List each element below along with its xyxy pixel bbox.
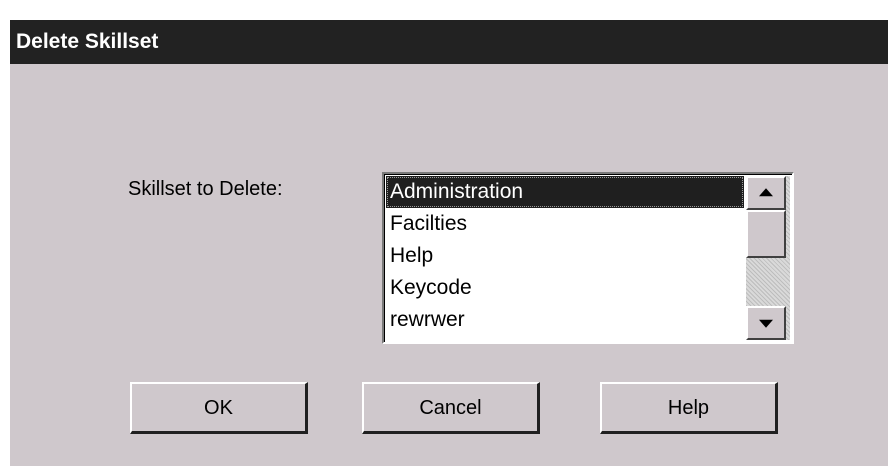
arrow-down-icon	[759, 319, 773, 328]
skillset-list: Administration Facilties Help Keycode re…	[386, 176, 744, 342]
list-item-rewrwer[interactable]: rewrwer	[386, 304, 744, 336]
list-item-keycode[interactable]: Keycode	[386, 272, 744, 304]
delete-skillset-dialog: Delete Skillset Skillset to Delete: Admi…	[8, 18, 888, 466]
skillset-label: Skillset to Delete:	[128, 178, 283, 200]
vertical-scrollbar[interactable]	[746, 176, 790, 340]
scroll-down-button[interactable]	[746, 306, 786, 340]
ok-button[interactable]: OK	[130, 382, 308, 434]
arrow-up-icon	[759, 188, 773, 197]
scroll-thumb[interactable]	[746, 210, 786, 258]
cancel-button[interactable]: Cancel	[362, 382, 540, 434]
scroll-up-button[interactable]	[746, 176, 786, 210]
window-title: Delete Skillset	[10, 20, 888, 64]
help-button[interactable]: Help	[600, 382, 778, 434]
skillset-listbox[interactable]: Administration Facilties Help Keycode re…	[382, 172, 794, 344]
list-item-facilties[interactable]: Facilties	[386, 208, 744, 240]
list-item-administration[interactable]: Administration	[386, 176, 744, 208]
list-item-help[interactable]: Help	[386, 240, 744, 272]
